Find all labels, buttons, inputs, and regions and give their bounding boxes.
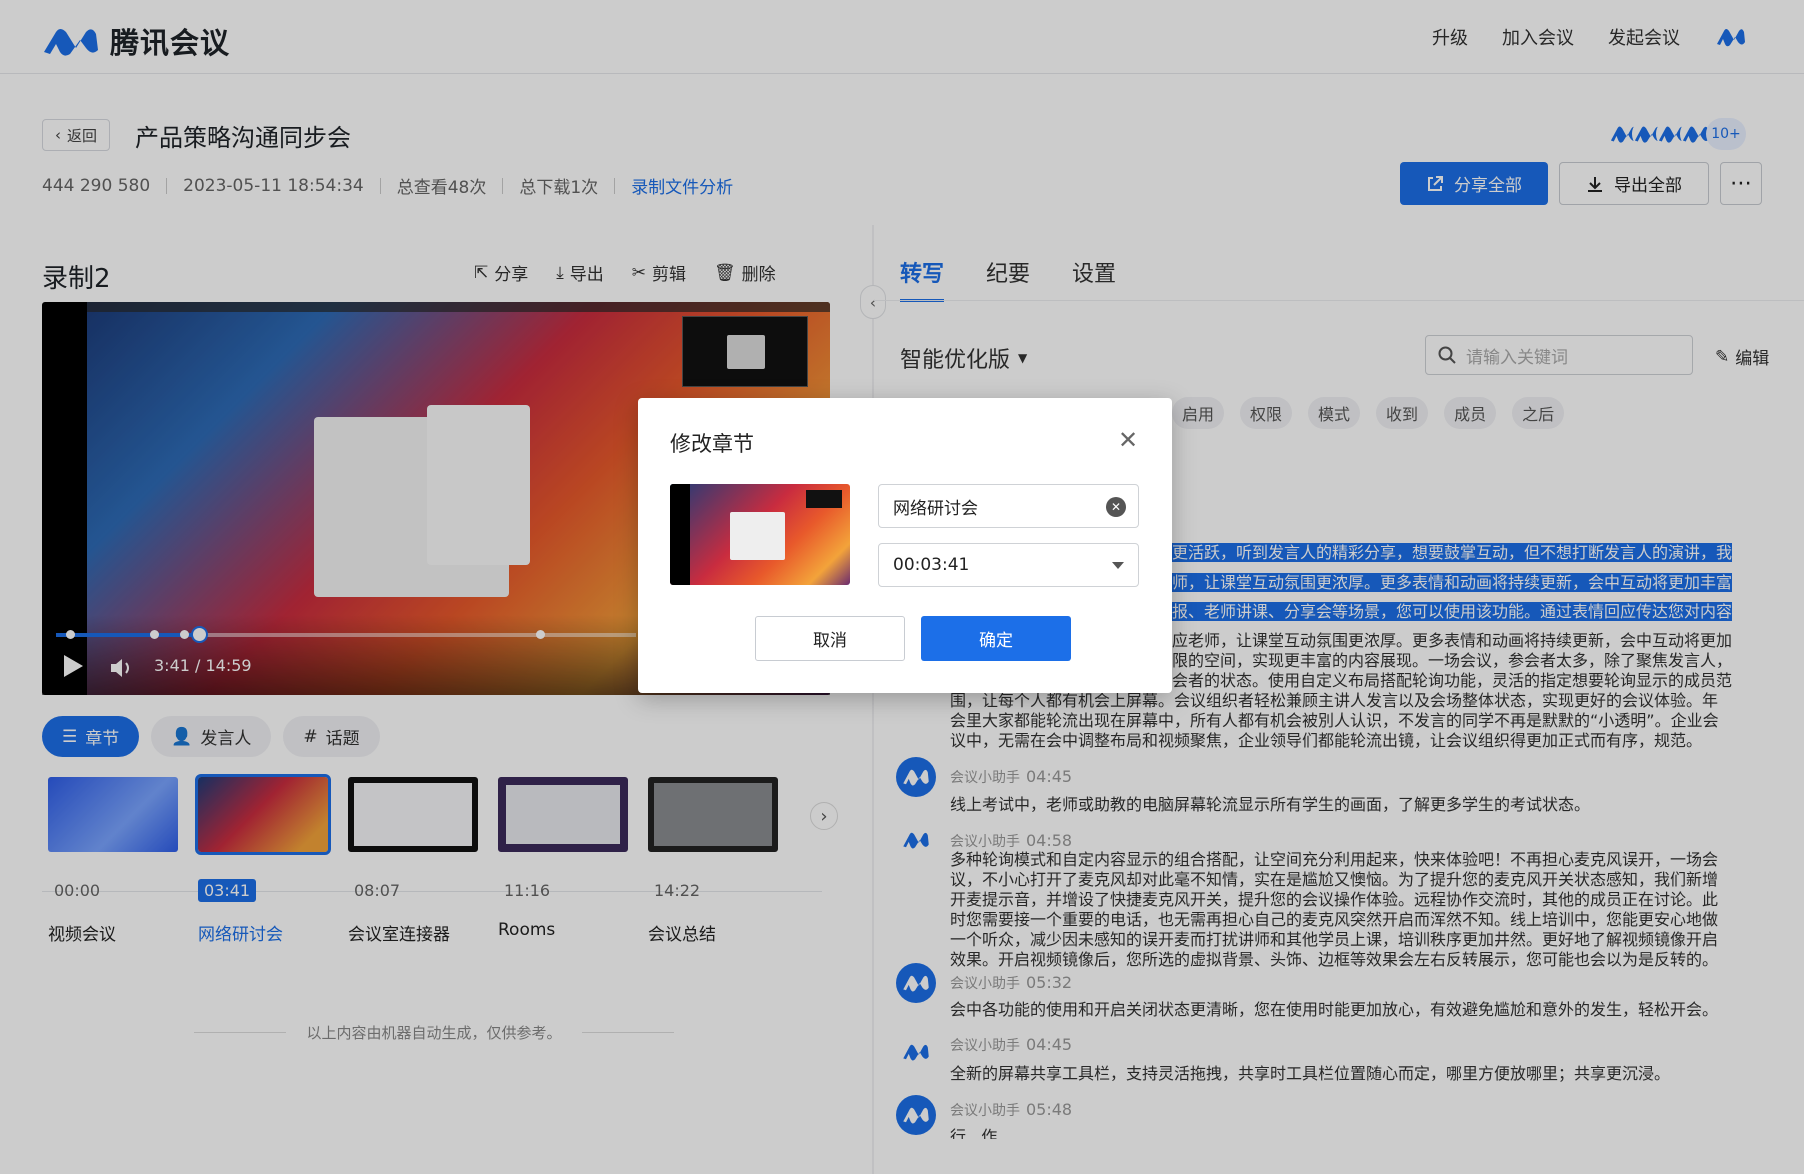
- chapter-name-value: 网络研讨会: [893, 498, 978, 519]
- chapter-time-select[interactable]: 00:03:41: [878, 543, 1139, 587]
- dialog-title: 修改章节: [670, 432, 754, 456]
- app-root: 腾讯会议 升级 加入会议 发起会议 ‹ 返回 产品策略沟通同步会 444 290…: [0, 0, 1804, 1174]
- chapter-name-input[interactable]: 网络研讨会 ✕: [878, 484, 1139, 528]
- chapter-time-value: 00:03:41: [893, 555, 970, 575]
- confirm-button[interactable]: 确定: [921, 616, 1071, 661]
- edit-chapter-dialog: 修改章节 ✕ 网络研讨会 ✕ 00:03:41 取消 确定: [638, 398, 1172, 693]
- chapter-preview-thumbnail: [670, 484, 850, 585]
- close-icon[interactable]: ✕: [1118, 426, 1138, 454]
- caret-down-icon: [1112, 562, 1124, 569]
- cancel-button[interactable]: 取消: [755, 616, 905, 661]
- clear-input-icon[interactable]: ✕: [1106, 497, 1126, 517]
